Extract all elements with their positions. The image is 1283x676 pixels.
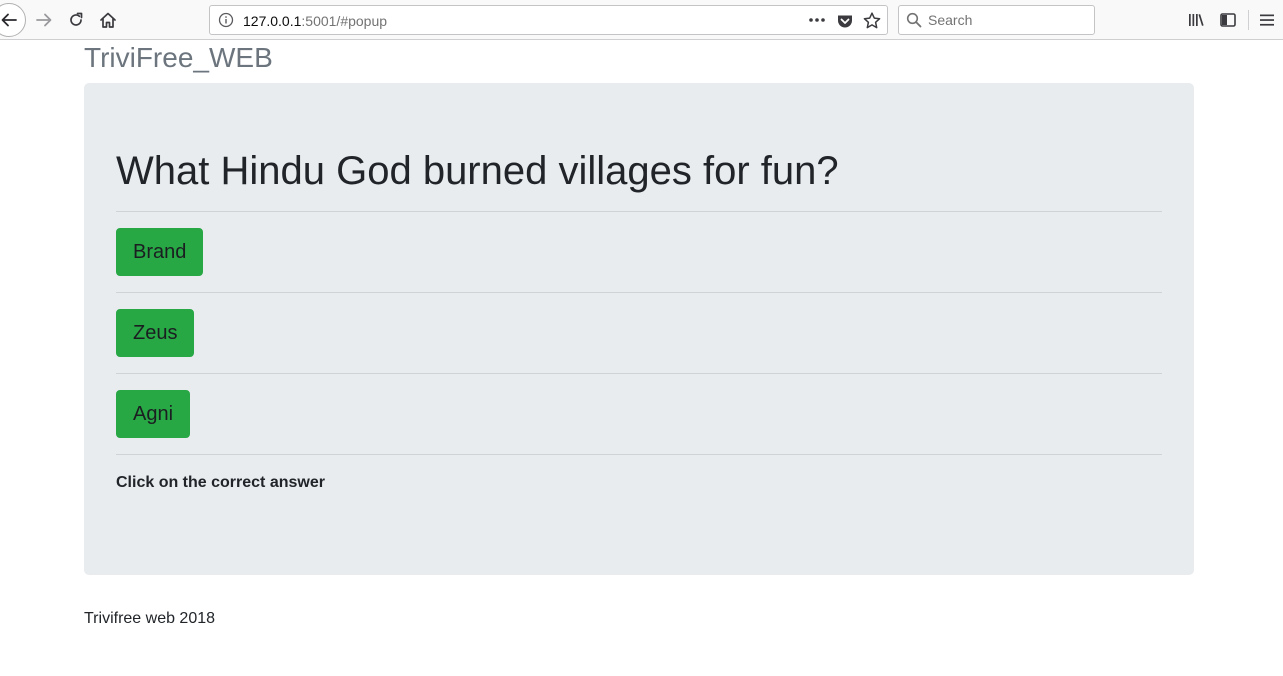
reload-icon: [70, 12, 83, 26]
answer-button-brand[interactable]: Brand: [116, 228, 204, 276]
info-icon[interactable]: [218, 12, 234, 28]
sidebar-icon: [1220, 13, 1236, 27]
question-panel: What Hindu God burned villages for fun? …: [84, 83, 1194, 575]
url-bar[interactable]: 127.0.0.1:5001/#popup: [209, 5, 888, 35]
back-button[interactable]: [0, 3, 26, 37]
answer-button-zeus[interactable]: Zeus: [116, 309, 195, 357]
pocket-icon[interactable]: [836, 12, 854, 30]
divider: [116, 292, 1162, 293]
main-menu-button[interactable]: [1255, 4, 1279, 36]
divider: [116, 373, 1162, 374]
search-icon: [906, 12, 922, 28]
reload-button[interactable]: [62, 4, 90, 36]
search-input[interactable]: [928, 10, 1088, 30]
instruction-text: Click on the correct answer: [116, 474, 325, 491]
answer-button-agni[interactable]: Agni: [116, 390, 191, 438]
question-text: What Hindu God burned villages for fun?: [116, 149, 839, 193]
ellipsis-icon[interactable]: [807, 11, 827, 29]
toolbar-divider: [1248, 10, 1249, 30]
site-brand[interactable]: TriviFree_WEB: [84, 42, 273, 74]
arrow-right-icon: [36, 13, 52, 27]
url-text[interactable]: 127.0.0.1:5001/#popup: [243, 13, 387, 29]
browser-toolbar: 127.0.0.1:5001/#popup: [0, 0, 1283, 40]
divider: [116, 454, 1162, 455]
search-bar[interactable]: [898, 5, 1095, 35]
library-icon: [1189, 14, 1204, 26]
hamburger-menu-icon: [1260, 14, 1274, 26]
footer-text: Trivifree web 2018: [84, 610, 216, 627]
url-host: 127.0.0.1: [243, 13, 302, 29]
url-path: :5001/#popup: [301, 13, 388, 29]
library-button[interactable]: [1184, 4, 1208, 36]
sidebar-toggle-button[interactable]: [1216, 4, 1240, 36]
forward-button[interactable]: [30, 4, 58, 36]
home-icon: [100, 12, 116, 28]
star-icon[interactable]: [862, 11, 882, 31]
home-button[interactable]: [94, 4, 122, 36]
arrow-left-icon: [1, 13, 17, 27]
divider: [116, 211, 1162, 212]
